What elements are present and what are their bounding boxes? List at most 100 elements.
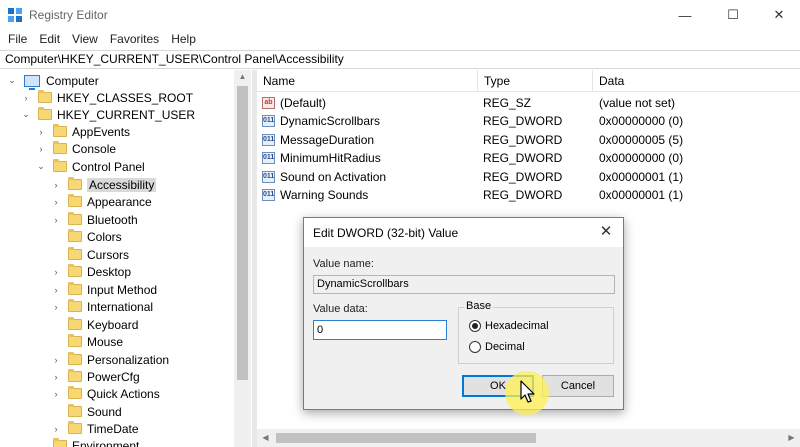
radio-unchecked-icon[interactable] xyxy=(469,341,481,353)
tree-item-accessibility[interactable]: › Accessibility xyxy=(50,176,157,193)
registry-tree: ⌄ Computer › HKEY_CLASSES_ROOT ⌄ HKEY_CU… xyxy=(0,70,252,447)
tree-item-label: Input Method xyxy=(87,282,158,297)
folder-icon xyxy=(38,90,52,103)
chevron-right-icon[interactable]: › xyxy=(20,93,32,103)
radio-checked-icon[interactable] xyxy=(469,320,481,332)
title-bar: Registry Editor — ☐ ✕ xyxy=(0,0,800,30)
tree-item-desktop[interactable]: › Desktop xyxy=(50,263,131,280)
base-group: Base Hexadecimal Decimal xyxy=(458,300,614,364)
folder-icon xyxy=(68,247,82,260)
list-row[interactable]: 011 MessageDuration REG_DWORD 0x00000005… xyxy=(257,131,800,149)
value-data: 0x00000000 (0) xyxy=(599,151,684,165)
cancel-button[interactable]: Cancel xyxy=(542,375,614,397)
chevron-right-icon[interactable]: › xyxy=(50,197,62,207)
menu-help[interactable]: Help xyxy=(165,31,202,49)
scroll-left-icon[interactable]: ◀ xyxy=(257,429,274,447)
maximize-button[interactable]: ☐ xyxy=(710,0,756,30)
tree-item-label: Bluetooth xyxy=(87,212,138,227)
folder-icon xyxy=(38,107,52,120)
tree-item-control-panel[interactable]: ⌄ Control Panel xyxy=(35,158,145,175)
list-horizontal-scrollbar[interactable]: ◀ ▶ xyxy=(257,429,800,447)
list-row[interactable]: 011 Sound on Activation REG_DWORD 0x0000… xyxy=(257,168,800,186)
tree-item-computer[interactable]: ⌄ Computer xyxy=(6,72,99,90)
tree-item-console[interactable]: › Console xyxy=(35,140,116,157)
binary-value-icon: 011 xyxy=(262,189,275,201)
folder-icon xyxy=(53,124,67,137)
list-row[interactable]: 011 Warning Sounds REG_DWORD 0x00000001 … xyxy=(257,186,800,204)
value-name: Sound on Activation xyxy=(280,170,387,184)
tree-item-input-method[interactable]: › Input Method xyxy=(50,281,157,298)
chevron-down-icon[interactable]: ⌄ xyxy=(20,109,32,120)
tree-item-appearance[interactable]: › Appearance xyxy=(50,193,152,210)
address-bar[interactable]: Computer\HKEY_CURRENT_USER\Control Panel… xyxy=(0,50,800,69)
list-row[interactable]: 011 MinimumHitRadius REG_DWORD 0x0000000… xyxy=(257,149,800,167)
chevron-right-icon[interactable]: › xyxy=(50,424,62,434)
tree-item-label: HKEY_CURRENT_USER xyxy=(57,107,196,122)
tree-item-hkey-classes-root[interactable]: › HKEY_CLASSES_ROOT xyxy=(20,89,193,106)
folder-icon xyxy=(68,352,82,365)
tree-item-quick-actions[interactable]: › Quick Actions xyxy=(50,385,160,402)
chevron-right-icon[interactable]: › xyxy=(35,127,47,137)
tree-item-environment[interactable]: Environment xyxy=(35,437,139,447)
tree-item-keyboard[interactable]: Keyboard xyxy=(50,316,138,333)
chevron-right-icon[interactable]: › xyxy=(50,285,62,295)
tree-item-hkey-current-user[interactable]: ⌄ HKEY_CURRENT_USER xyxy=(20,106,195,123)
minimize-button[interactable]: — xyxy=(662,0,708,30)
tree-item-bluetooth[interactable]: › Bluetooth xyxy=(50,211,138,228)
scroll-right-icon[interactable]: ▶ xyxy=(783,429,800,447)
value-data: (value not set) xyxy=(599,96,676,110)
tree-item-label: HKEY_CLASSES_ROOT xyxy=(57,90,194,105)
tree-item-label: Colors xyxy=(87,229,122,244)
tree-item-personalization[interactable]: › Personalization xyxy=(50,351,169,368)
folder-icon xyxy=(53,438,67,447)
menu-file[interactable]: File xyxy=(0,31,33,49)
value-data-label: Value data: xyxy=(313,303,368,315)
column-header-type[interactable]: Type xyxy=(477,70,592,92)
radio-hexadecimal[interactable]: Hexadecimal xyxy=(469,320,549,332)
base-label: Base xyxy=(464,300,494,312)
column-header-name[interactable]: Name xyxy=(257,70,477,92)
tree-scroll-thumb[interactable] xyxy=(237,86,248,380)
tree-scrollbar[interactable]: ▲ xyxy=(234,70,251,447)
tree-item-label: Desktop xyxy=(87,264,132,279)
tree-item-sound[interactable]: Sound xyxy=(50,403,122,420)
edit-dword-dialog: Edit DWORD (32-bit) Value ✕ Value name: … xyxy=(303,217,624,410)
dialog-title-bar: Edit DWORD (32-bit) Value ✕ xyxy=(304,218,623,247)
list-row[interactable]: 011 DynamicScrollbars REG_DWORD 0x000000… xyxy=(257,112,800,130)
close-button[interactable]: ✕ xyxy=(756,0,800,30)
chevron-right-icon[interactable]: › xyxy=(50,355,62,365)
tree-item-colors[interactable]: Colors xyxy=(50,228,122,245)
folder-icon xyxy=(68,334,82,347)
column-header-data[interactable]: Data xyxy=(592,70,800,92)
tree-item-label: Computer xyxy=(46,73,99,88)
tree-item-label: Control Panel xyxy=(72,159,145,174)
list-scroll-thumb[interactable] xyxy=(276,433,536,443)
menu-view[interactable]: View xyxy=(66,31,104,49)
folder-icon xyxy=(68,177,82,190)
tree-item-mouse[interactable]: Mouse xyxy=(50,333,123,350)
chevron-down-icon[interactable]: ⌄ xyxy=(6,75,18,86)
chevron-right-icon[interactable]: › xyxy=(50,180,62,190)
tree-item-international[interactable]: › International xyxy=(50,298,153,315)
chevron-right-icon[interactable]: › xyxy=(50,302,62,312)
binary-value-icon: 011 xyxy=(262,171,275,183)
chevron-right-icon[interactable]: › xyxy=(50,389,62,399)
dialog-close-icon[interactable]: ✕ xyxy=(597,223,615,241)
chevron-right-icon[interactable]: › xyxy=(50,372,62,382)
chevron-down-icon[interactable]: ⌄ xyxy=(35,161,47,172)
menu-favorites[interactable]: Favorites xyxy=(104,31,165,49)
tree-item-cursors[interactable]: Cursors xyxy=(50,246,129,263)
chevron-right-icon[interactable]: › xyxy=(50,267,62,277)
tree-item-appevents[interactable]: › AppEvents xyxy=(35,123,130,140)
tree-item-label: International xyxy=(87,299,154,314)
tree-item-powercfg[interactable]: › PowerCfg xyxy=(50,368,140,385)
menu-edit[interactable]: Edit xyxy=(33,31,66,49)
chevron-right-icon[interactable]: › xyxy=(50,215,62,225)
radio-decimal[interactable]: Decimal xyxy=(469,341,525,353)
chevron-right-icon[interactable]: › xyxy=(35,144,47,154)
value-type: REG_DWORD xyxy=(483,114,563,128)
list-row[interactable]: ab (Default) REG_SZ (value not set) xyxy=(257,94,800,112)
scroll-up-icon[interactable]: ▲ xyxy=(234,70,251,84)
tree-item-timedate[interactable]: › TimeDate xyxy=(50,420,139,437)
value-data-input[interactable]: 0 xyxy=(313,320,447,340)
